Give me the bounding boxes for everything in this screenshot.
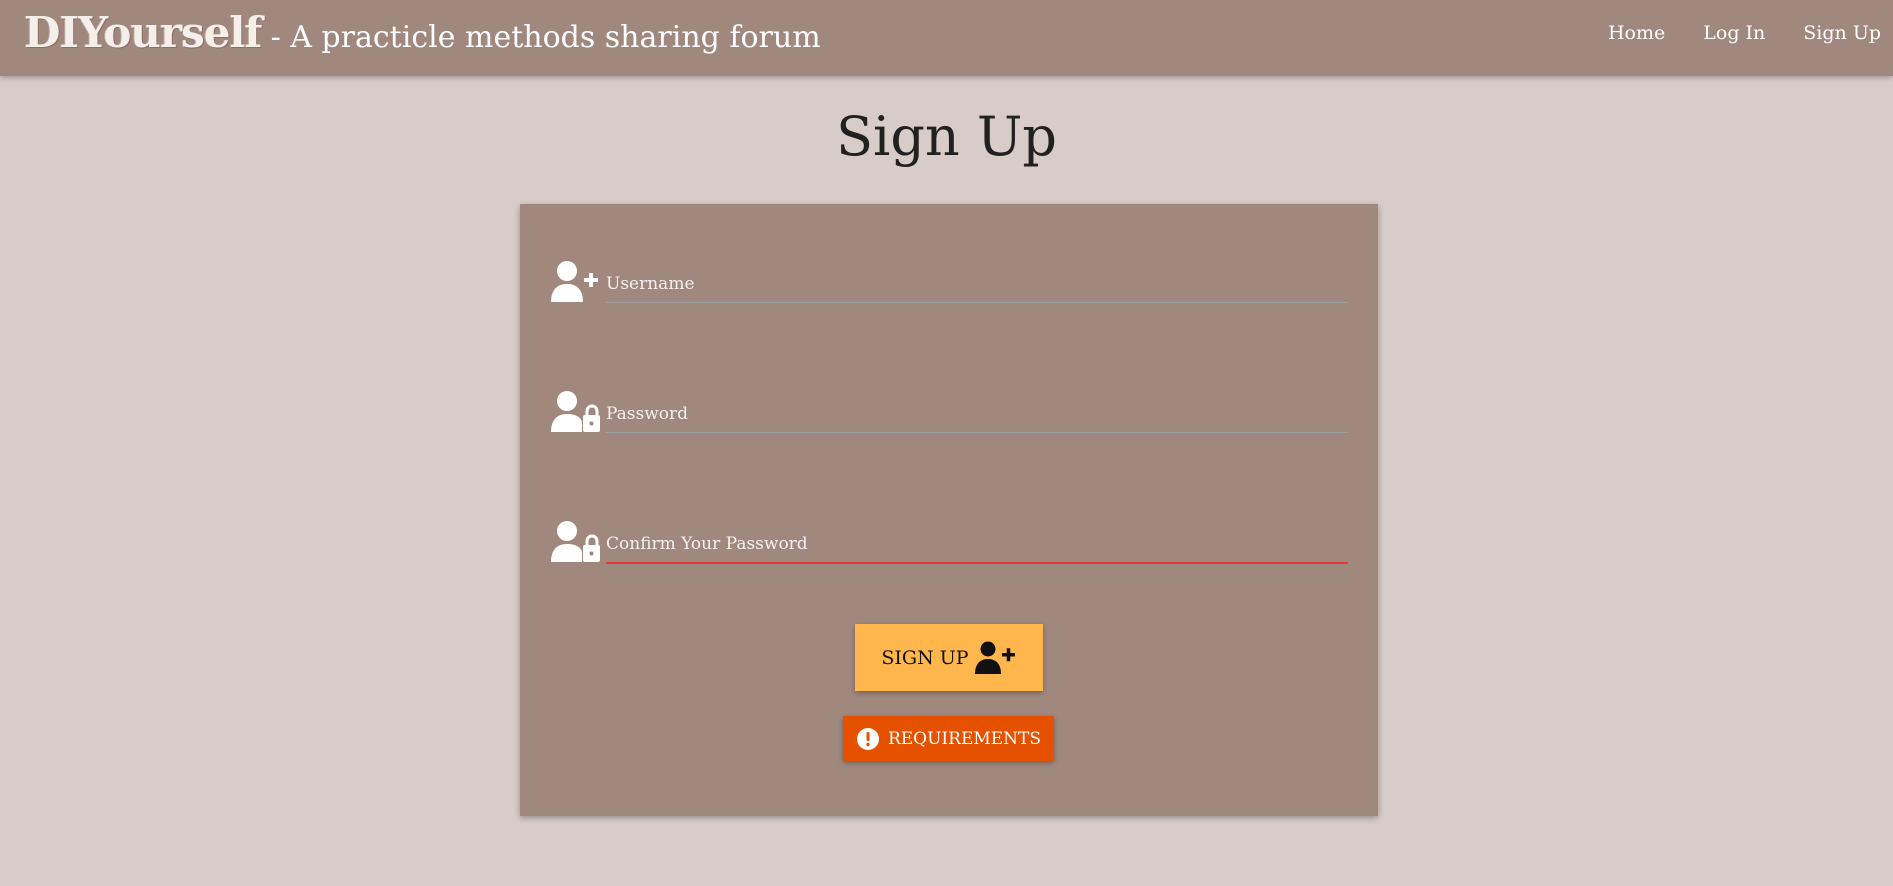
user-lock-icon bbox=[550, 390, 600, 434]
signup-button-label: SIGN UP bbox=[881, 646, 969, 669]
username-field-group bbox=[550, 252, 1348, 312]
user-lock-icon bbox=[550, 520, 600, 564]
signup-button[interactable]: SIGN UP bbox=[855, 624, 1043, 691]
confirm-password-field-group bbox=[550, 512, 1348, 572]
requirements-button-label: REQUIREMENTS bbox=[887, 728, 1042, 749]
username-input[interactable] bbox=[606, 266, 1348, 303]
user-plus-icon bbox=[550, 260, 600, 304]
exclamation-circle-icon bbox=[856, 727, 879, 750]
nav-link-home[interactable]: Home bbox=[1608, 22, 1665, 44]
page-title: Sign Up bbox=[836, 105, 1057, 168]
requirements-button[interactable]: REQUIREMENTS bbox=[843, 716, 1054, 761]
navbar: DIYourself - A practicle methods sharing… bbox=[0, 0, 1893, 76]
signup-form-card: SIGN UP REQUIREMENTS bbox=[520, 204, 1378, 816]
site-tagline: - A practicle methods sharing forum bbox=[270, 20, 821, 55]
password-field-group bbox=[550, 382, 1348, 442]
confirm-password-input[interactable] bbox=[606, 526, 1348, 564]
nav-link-signup[interactable]: Sign Up bbox=[1803, 22, 1881, 44]
site-logo[interactable]: DIYourself bbox=[24, 8, 262, 57]
nav-links: Home Log In Sign Up bbox=[1570, 22, 1881, 44]
password-input[interactable] bbox=[606, 396, 1348, 433]
user-plus-icon bbox=[974, 641, 1015, 674]
nav-link-login[interactable]: Log In bbox=[1703, 22, 1765, 44]
brand[interactable]: DIYourself - A practicle methods sharing… bbox=[24, 8, 821, 57]
